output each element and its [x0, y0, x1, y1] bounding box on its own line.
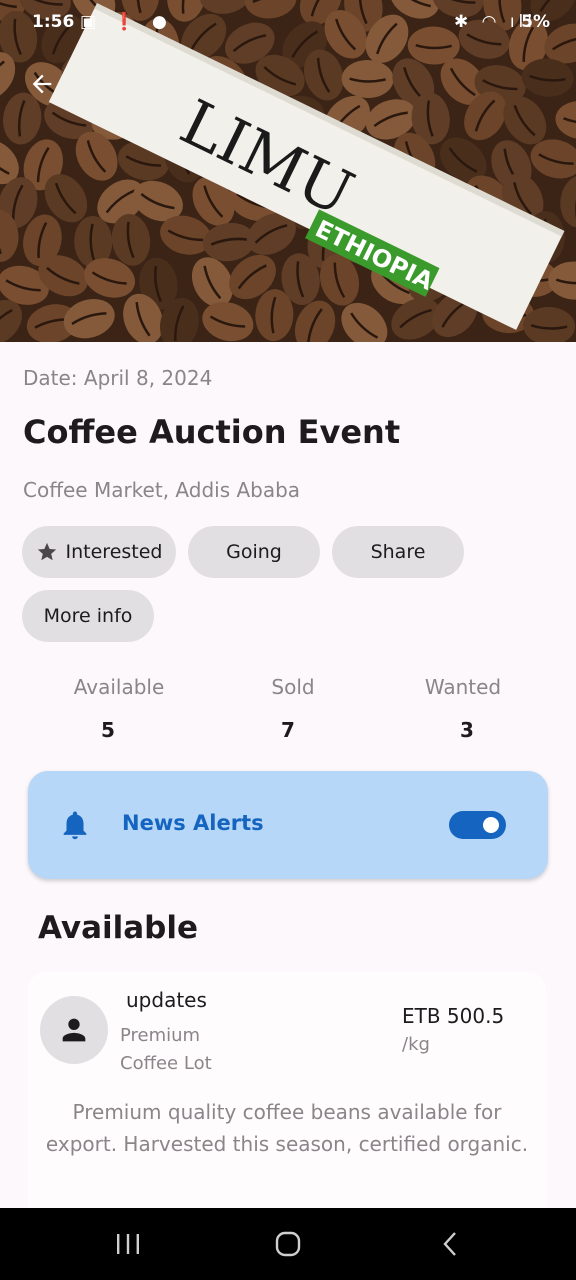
available-section-title: Available: [38, 910, 199, 946]
stat-sold-value: 7: [281, 718, 295, 742]
news-alerts-card: News Alerts: [28, 771, 548, 879]
recent-apps-button[interactable]: [98, 1226, 158, 1262]
back-nav-icon: [443, 1232, 456, 1256]
notification-icons: ▣ ❗ ●: [80, 12, 173, 32]
system-nav-bar: [0, 1208, 576, 1280]
more-info-label: More info: [43, 605, 133, 627]
home-button[interactable]: [258, 1226, 318, 1262]
stat-available-value: 5: [101, 718, 115, 742]
person-icon: [62, 1018, 86, 1042]
coffee-beans-photo: LIMU ETHIOPIA: [0, 0, 576, 342]
home-icon: [275, 1231, 301, 1257]
back-nav-button[interactable]: [420, 1226, 480, 1262]
going-label: Going: [226, 541, 282, 563]
listing-description: Premium quality coffee beans available f…: [45, 1100, 529, 1156]
stat-available-label: Available: [73, 675, 165, 699]
battery-level: 5%: [521, 12, 550, 32]
interested-button[interactable]: Interested: [22, 526, 176, 578]
recent-apps-icon: [117, 1234, 139, 1254]
stat-wanted-value: 3: [460, 718, 474, 742]
status-bar: 1:56 ▣ ❗ ● ✱ ◠ ıll 5%: [0, 0, 576, 44]
news-alerts-toggle[interactable]: [449, 811, 506, 839]
event-location: Coffee Market, Addis Ababa: [23, 478, 301, 502]
share-label: Share: [370, 541, 426, 563]
listing-card[interactable]: updates Premium Coffee Lot ETB 500.5 /kg…: [28, 972, 546, 1222]
back-button[interactable]: [22, 64, 62, 104]
toggle-knob: [483, 817, 499, 833]
news-alerts-label: News Alerts: [122, 811, 264, 835]
listing-price-unit: /kg: [402, 1034, 430, 1055]
interested-label: Interested: [65, 541, 163, 563]
star-icon: [36, 541, 58, 563]
status-time: 1:56: [32, 12, 75, 32]
hero-image: LIMU ETHIOPIA 1:56 ▣ ❗ ● ✱ ◠ ıll 5%: [0, 0, 576, 342]
stat-wanted-label: Wanted: [424, 675, 502, 699]
stat-sold-label: Sold: [271, 675, 315, 699]
event-date: Date: April 8, 2024: [23, 366, 213, 390]
bell-icon: [58, 806, 92, 848]
more-info-button[interactable]: More info: [22, 590, 154, 642]
going-button[interactable]: Going: [188, 526, 320, 578]
listing-price: ETB 500.5: [402, 1004, 505, 1028]
share-button[interactable]: Share: [332, 526, 464, 578]
avatar: [40, 996, 108, 1064]
listing-seller: updates: [126, 988, 207, 1012]
listing-lot-name: Premium Coffee Lot: [120, 1025, 212, 1074]
event-title: Coffee Auction Event: [23, 413, 401, 451]
arrow-back-icon: [32, 74, 52, 94]
